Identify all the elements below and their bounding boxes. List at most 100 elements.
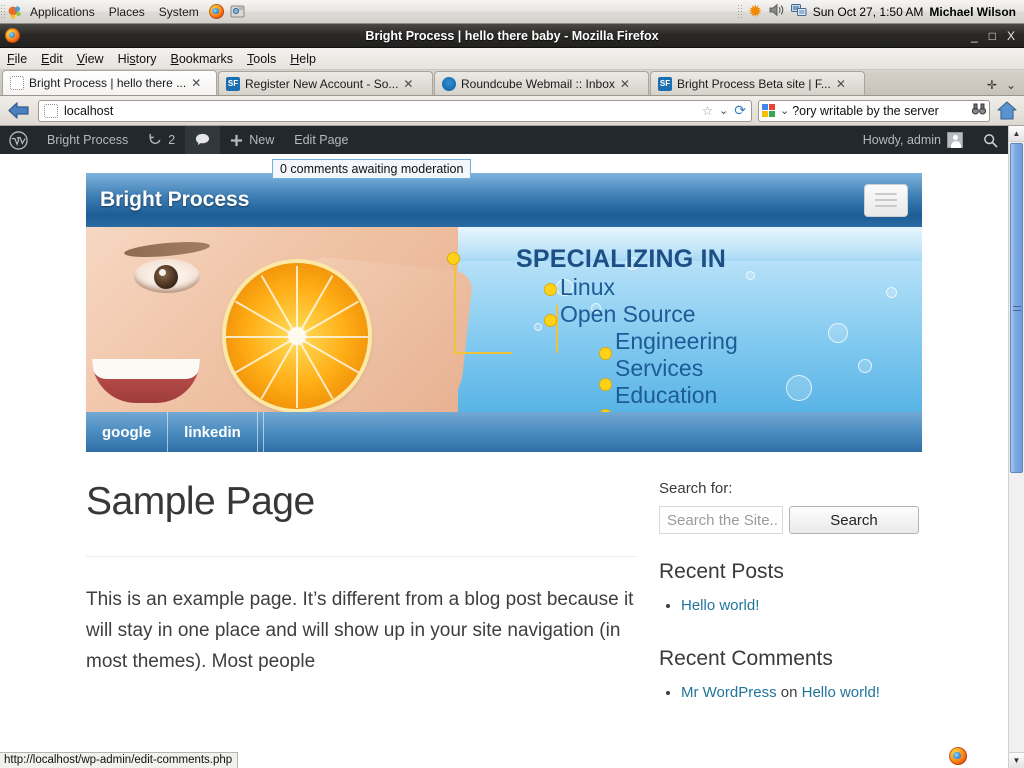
comment-author-link[interactable]: Mr WordPress xyxy=(681,684,777,701)
comment-post-link[interactable]: Hello world! xyxy=(802,684,880,701)
site-container: Bright Process xyxy=(0,173,1008,707)
tray-grip xyxy=(737,4,742,20)
tab-strip: Bright Process | hello there ... ✕ SF Re… xyxy=(0,70,1024,96)
tab-bright-process-beta[interactable]: SF Bright Process Beta site | F... ✕ xyxy=(650,71,865,95)
file-manager-icon xyxy=(230,4,246,19)
tab-close-icon[interactable]: ✕ xyxy=(836,77,846,91)
home-icon xyxy=(997,101,1017,120)
urlbar-chevron-down-icon[interactable]: ⌄ xyxy=(719,104,728,117)
hamburger-menu-icon[interactable] xyxy=(864,184,908,217)
tab-register-new-account[interactable]: SF Register New Account - So... ✕ xyxy=(218,71,433,95)
scrollbar-thumb[interactable] xyxy=(1010,143,1023,473)
window-title: Bright Process | hello there baby - Mozi… xyxy=(0,29,1024,43)
tab-roundcube-webmail[interactable]: Roundcube Webmail :: Inbox ✕ xyxy=(434,71,649,95)
menu-applications[interactable]: Applications xyxy=(23,1,102,23)
new-tab-icon[interactable]: ✛ xyxy=(987,78,997,92)
menu-edit[interactable]: Edit xyxy=(34,49,70,69)
banner-heading: SPECIALIZING IN xyxy=(516,245,738,274)
adminbar-new-label: New xyxy=(249,133,274,147)
site-navigation: google linkedin xyxy=(86,412,922,452)
nav-item-linkedin[interactable]: linkedin xyxy=(168,412,258,452)
panel-clock[interactable]: Sun Oct 27, 1:50 AM xyxy=(813,5,924,19)
search-widget-label: Search for: xyxy=(659,480,921,497)
tab-label: Bright Process Beta site | F... xyxy=(677,77,831,91)
panel-tray: Sun Oct 27, 1:50 AM Michael Wilson xyxy=(737,3,1024,20)
menu-file[interactable]: File xyxy=(0,49,34,69)
back-button[interactable] xyxy=(6,100,32,122)
address-bar[interactable]: localhost ☆ ⌄ ⟳ xyxy=(38,100,752,122)
site-banner-image: SPECIALIZING IN Linux Open Source Engine… xyxy=(86,227,922,412)
scroll-down-arrow-icon[interactable]: ▼ xyxy=(1009,752,1024,768)
home-button[interactable] xyxy=(996,101,1018,120)
update-count: 2 xyxy=(168,133,175,147)
update-icon xyxy=(148,133,162,147)
comments-moderation-tooltip: 0 comments awaiting moderation xyxy=(272,159,471,179)
blank-favicon xyxy=(10,76,24,90)
bookmark-star-icon[interactable]: ☆ xyxy=(702,103,713,118)
tab-close-icon[interactable]: ✕ xyxy=(403,77,413,91)
reload-icon[interactable]: ⟳ xyxy=(734,102,746,119)
update-star-icon[interactable] xyxy=(748,4,763,19)
menu-bookmarks[interactable]: Bookmarks xyxy=(164,49,241,69)
site-search-input[interactable]: Search the Site.. xyxy=(659,506,783,534)
roundcube-favicon xyxy=(442,77,456,91)
recent-posts-title: Recent Posts xyxy=(659,560,921,584)
binoculars-icon[interactable] xyxy=(972,103,986,118)
menu-help[interactable]: Help xyxy=(283,49,323,69)
recent-posts-list: Hello world! xyxy=(659,592,921,621)
page-title: Sample Page xyxy=(86,480,637,524)
adminbar-search[interactable] xyxy=(973,126,1008,154)
search-bar[interactable]: ⌄ ory writable by the server? xyxy=(758,100,990,122)
banner-item-engineering: Engineering xyxy=(615,328,738,355)
browser-menubar: File Edit View History Bookmarks Tools H… xyxy=(0,48,1024,70)
firefox-window-icon xyxy=(5,28,20,43)
banner-orange-slice xyxy=(226,263,368,409)
firefox-tray-icon[interactable] xyxy=(949,747,967,765)
minimize-button[interactable]: _ xyxy=(971,29,978,43)
tab-label: Bright Process | hello there ... xyxy=(29,76,186,90)
user-avatar xyxy=(947,132,963,148)
menu-places[interactable]: Places xyxy=(102,1,152,23)
recent-comments-title: Recent Comments xyxy=(659,647,921,671)
adminbar-comments[interactable] xyxy=(185,126,220,154)
google-icon[interactable] xyxy=(762,104,777,117)
content-area: Sample Page This is an example page. It’… xyxy=(86,452,922,707)
list-item: Mr WordPress on Hello world! xyxy=(681,679,921,708)
tab-close-icon[interactable]: ✕ xyxy=(620,77,630,91)
url-text[interactable]: localhost xyxy=(64,104,696,118)
page-scrollbar[interactable]: ▲ ▼ xyxy=(1008,126,1024,768)
tab-bright-process[interactable]: Bright Process | hello there ... ✕ xyxy=(2,70,217,95)
browser-viewport: Bright Process 2 New Edit Page Howdy, ad… xyxy=(0,126,1024,768)
menu-view[interactable]: View xyxy=(70,49,111,69)
panel-username[interactable]: Michael Wilson xyxy=(929,5,1016,19)
adminbar-site-name[interactable]: Bright Process xyxy=(37,126,138,154)
site-title[interactable]: Bright Process xyxy=(100,188,249,212)
menu-system[interactable]: System xyxy=(152,1,206,23)
scroll-up-arrow-icon[interactable]: ▲ xyxy=(1009,126,1024,142)
search-engine-chevron-down-icon[interactable]: ⌄ xyxy=(780,104,789,117)
tab-close-icon[interactable]: ✕ xyxy=(191,76,201,90)
adminbar-new[interactable]: New xyxy=(220,126,284,154)
adminbar-howdy[interactable]: Howdy, admin xyxy=(853,126,973,154)
firefox-launcher-icon[interactable] xyxy=(206,4,227,19)
network-icon[interactable] xyxy=(791,3,807,20)
recent-post-link[interactable]: Hello world! xyxy=(681,597,759,614)
sidebar: Search for: Search the Site.. Search Rec… xyxy=(659,480,921,707)
adminbar-updates[interactable]: 2 xyxy=(138,126,185,154)
search-input[interactable]: ory writable by the server? xyxy=(792,104,969,118)
comment-joiner: on xyxy=(781,684,798,701)
site-search-button[interactable]: Search xyxy=(789,506,919,534)
menu-history[interactable]: History xyxy=(111,49,164,69)
comment-bubble-icon xyxy=(195,133,210,147)
volume-icon[interactable] xyxy=(769,3,785,20)
nav-item-google[interactable]: google xyxy=(86,412,168,452)
applications-menu-icon xyxy=(5,4,23,20)
tab-list-chevron-down-icon[interactable]: ⌄ xyxy=(1006,78,1016,92)
files-launcher-icon[interactable] xyxy=(227,4,249,19)
wordpress-logo-icon[interactable] xyxy=(0,126,37,154)
close-button[interactable]: X xyxy=(1007,29,1015,43)
adminbar-edit-page[interactable]: Edit Page xyxy=(284,126,358,154)
maximize-button[interactable]: □ xyxy=(989,29,996,43)
menu-tools[interactable]: Tools xyxy=(240,49,283,69)
howdy-label: Howdy, admin xyxy=(863,133,941,147)
